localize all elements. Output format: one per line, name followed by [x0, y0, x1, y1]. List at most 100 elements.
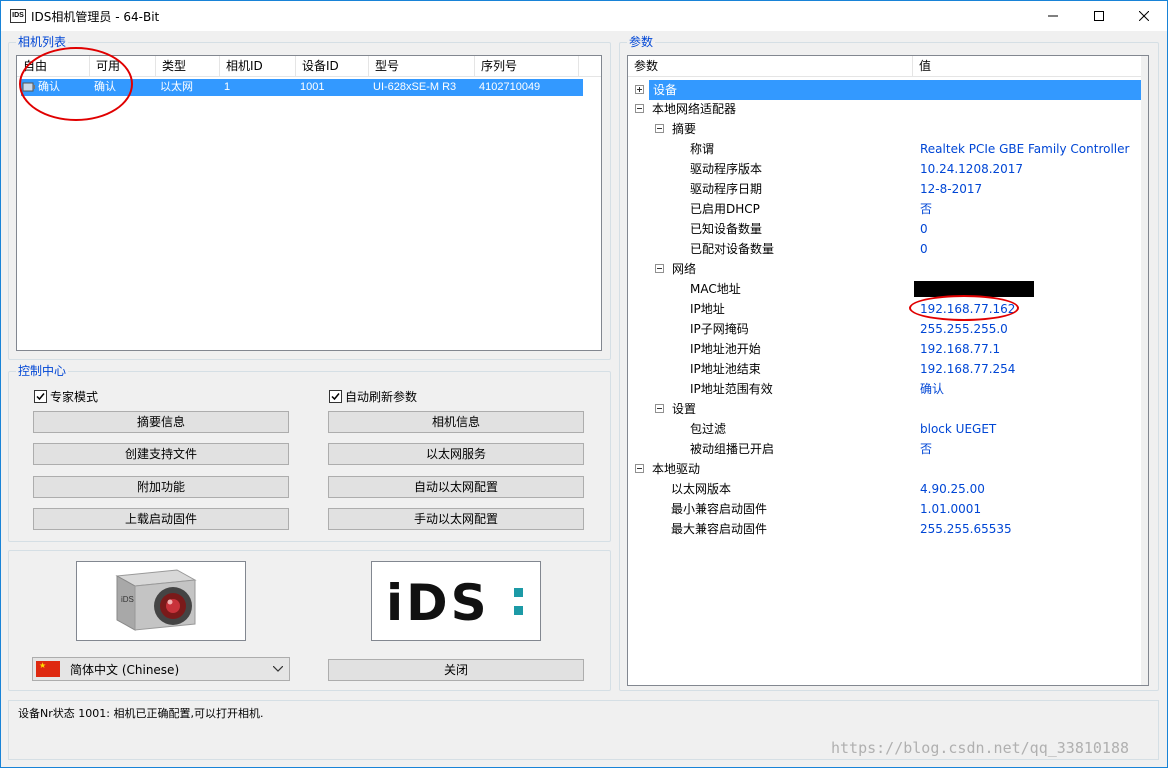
- param-row-range-valid[interactable]: IP地址范围有效 确认: [628, 379, 1148, 399]
- param-row-pool-start[interactable]: IP地址池开始 192.168.77.1: [628, 339, 1148, 359]
- col-free[interactable]: 自由: [17, 56, 90, 77]
- expert-mode-checkbox[interactable]: 专家模式: [34, 388, 98, 405]
- col-available[interactable]: 可用: [90, 56, 156, 77]
- param-name: 已配对设备数量: [690, 242, 775, 256]
- param-row-min-firmware[interactable]: 最小兼容启动固件 1.01.0001: [628, 499, 1148, 519]
- param-row-max-firmware[interactable]: 最大兼容启动固件 255.255.65535: [628, 519, 1148, 539]
- cell-type: 以太网: [160, 81, 193, 93]
- param-row-eth-version[interactable]: 以太网版本 4.90.25.00: [628, 479, 1148, 499]
- app-window: IDS IDS相机管理员 - 64-Bit 相机列表 自由 可用 类型 相机ID…: [0, 0, 1168, 768]
- camera-row[interactable]: 确认 确认 以太网 1 1001 UI-628xSE-M R3 41027100…: [21, 79, 583, 96]
- cell-free: 确认: [21, 79, 92, 96]
- param-row-paired-devices[interactable]: 已配对设备数量 0: [628, 239, 1148, 259]
- collapse-icon[interactable]: [635, 464, 644, 473]
- collapse-icon[interactable]: [655, 404, 664, 413]
- col-device-id[interactable]: 设备ID: [296, 56, 369, 77]
- camera-image: iDS: [76, 561, 246, 641]
- param-row-local-adapter[interactable]: 本地网络适配器: [628, 99, 1148, 119]
- param-name: 驱动程序版本: [690, 162, 763, 176]
- ids-app-icon: IDS: [10, 9, 26, 23]
- auto-refresh-label: 自动刷新参数: [345, 390, 418, 404]
- param-name: 包过滤: [690, 422, 727, 436]
- param-row-driver-version[interactable]: 驱动程序版本 10.24.1208.2017: [628, 159, 1148, 179]
- language-label: 简体中文 (Chinese): [70, 662, 180, 677]
- param-value: block UEGET: [920, 422, 997, 436]
- parameter-grid-header: 参数 值: [628, 56, 1148, 77]
- param-value: 192.168.77.1: [920, 342, 1001, 356]
- window-title: IDS相机管理员 - 64-Bit: [31, 10, 160, 24]
- close-window-icon[interactable]: [1121, 1, 1167, 31]
- param-row-title[interactable]: 称谓 Realtek PCIe GBE Family Controller: [628, 139, 1148, 159]
- language-dropdown[interactable]: 简体中文 (Chinese): [32, 657, 290, 681]
- param-value: Realtek PCIe GBE Family Controller: [920, 142, 1130, 156]
- parameters-title: 参数: [627, 34, 656, 50]
- param-row-known-devices[interactable]: 已知设备数量 0: [628, 219, 1148, 239]
- parameter-scrollbar[interactable]: [1141, 56, 1148, 685]
- param-row-passive-multicast[interactable]: 被动组播已开启 否: [628, 439, 1148, 459]
- param-name: 最小兼容启动固件: [671, 502, 768, 516]
- param-value: 12-8-2017: [920, 182, 983, 196]
- logo-text: iDS: [386, 574, 490, 632]
- param-row-pool-end[interactable]: IP地址池结束 192.168.77.254: [628, 359, 1148, 379]
- param-row-subnet[interactable]: IP子网掩码 255.255.255.0: [628, 319, 1148, 339]
- param-name: 以太网版本: [671, 482, 732, 496]
- cell-serial: 4102710049: [479, 81, 541, 93]
- title-bar[interactable]: IDS IDS相机管理员 - 64-Bit: [1, 1, 1167, 31]
- param-value: 4.90.25.00: [920, 482, 985, 496]
- collapse-icon[interactable]: [635, 104, 644, 113]
- param-name: 最大兼容启动固件: [671, 522, 768, 536]
- param-name: IP地址池开始: [690, 342, 761, 356]
- header-param[interactable]: 参数: [628, 56, 913, 77]
- auto-ethernet-config-button[interactable]: 自动以太网配置: [328, 476, 584, 498]
- param-name: 设置: [672, 402, 697, 416]
- upload-firmware-button[interactable]: 上载启动固件: [33, 508, 289, 530]
- param-value: 0: [920, 222, 928, 236]
- col-type[interactable]: 类型: [156, 56, 220, 77]
- param-name: 摘要: [672, 122, 697, 136]
- maximize-icon[interactable]: [1076, 1, 1122, 31]
- create-support-file-button[interactable]: 创建支持文件: [33, 443, 289, 465]
- watermark: https://blog.csdn.net/qq_33810188: [831, 739, 1130, 757]
- camera-illustration: iDS: [115, 569, 197, 631]
- param-row-ip[interactable]: IP地址 192.168.77.162: [628, 299, 1148, 319]
- param-value: [914, 279, 1034, 299]
- param-row-summary[interactable]: 摘要: [628, 119, 1148, 139]
- additional-functions-button[interactable]: 附加功能: [33, 476, 289, 498]
- param-name: IP地址: [690, 302, 725, 316]
- camera-list-view[interactable]: 自由 可用 类型 相机ID 设备ID 型号 序列号 确认 确认 以太网 1 10…: [16, 55, 602, 351]
- param-name: 被动组播已开启: [690, 442, 775, 456]
- manual-ethernet-config-button[interactable]: 手动以太网配置: [328, 508, 584, 530]
- collapse-icon[interactable]: [655, 264, 664, 273]
- param-row-settings[interactable]: 设置: [628, 399, 1148, 419]
- param-row-local-driver[interactable]: 本地驱动: [628, 459, 1148, 479]
- param-name: MAC地址: [690, 282, 741, 296]
- param-value: 10.24.1208.2017: [920, 162, 1024, 176]
- checkbox-icon: [34, 390, 47, 403]
- col-serial[interactable]: 序列号: [475, 56, 579, 77]
- parameter-grid[interactable]: 参数 值 设备 本地网络适配器 摘要 称谓 Realtek PCIe GBE F…: [627, 55, 1149, 686]
- param-name: 本地网络适配器: [652, 102, 737, 116]
- summary-button[interactable]: 摘要信息: [33, 411, 289, 433]
- param-row-packet-filter[interactable]: 包过滤 block UEGET: [628, 419, 1148, 439]
- param-row-dhcp[interactable]: 已启用DHCP 否: [628, 199, 1148, 219]
- close-button[interactable]: 关闭: [328, 659, 584, 681]
- col-model[interactable]: 型号: [369, 56, 475, 77]
- param-row-mac[interactable]: MAC地址: [628, 279, 1148, 299]
- camera-icon: [22, 82, 35, 92]
- col-camera-id[interactable]: 相机ID: [220, 56, 296, 77]
- expand-device-icon[interactable]: [635, 85, 644, 94]
- minimize-icon[interactable]: [1030, 1, 1076, 31]
- checkbox-icon: [329, 390, 342, 403]
- auto-refresh-checkbox[interactable]: 自动刷新参数: [329, 388, 417, 405]
- camera-info-button[interactable]: 相机信息: [328, 411, 584, 433]
- camera-list-header: 自由 可用 类型 相机ID 设备ID 型号 序列号: [17, 56, 601, 77]
- param-row-device[interactable]: 设备: [649, 80, 1148, 100]
- param-row-network[interactable]: 网络: [628, 259, 1148, 279]
- collapse-icon[interactable]: [655, 124, 664, 133]
- header-value[interactable]: 值: [913, 56, 1148, 77]
- ethernet-service-button[interactable]: 以太网服务: [328, 443, 584, 465]
- param-name: 已启用DHCP: [690, 202, 760, 216]
- param-name: 设备: [653, 83, 678, 97]
- param-row-driver-date[interactable]: 驱动程序日期 12-8-2017: [628, 179, 1148, 199]
- param-name: IP地址范围有效: [690, 382, 773, 396]
